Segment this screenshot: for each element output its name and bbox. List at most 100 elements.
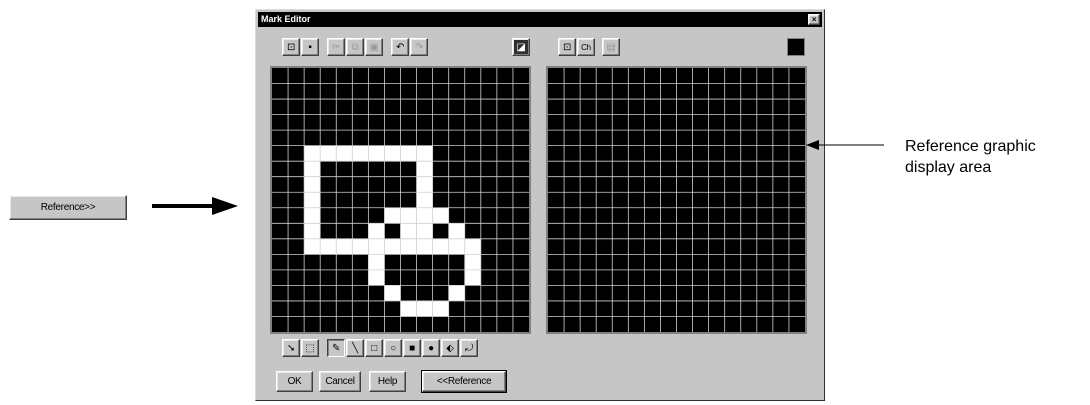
ref-open-icon: ⊡ [562,41,572,53]
redo-button[interactable]: ↷ [410,38,428,56]
copy-button[interactable]: ⧉ [346,38,364,56]
window-title: Mark Editor [261,14,311,24]
editor-pixel-on[interactable] [384,145,401,162]
editor-grid[interactable] [270,66,531,334]
editor-pixel-on[interactable] [416,176,433,193]
annotation-line-2: display area [905,159,992,176]
select-arrow-tool[interactable]: ➘ [282,339,300,357]
editor-pixel-on[interactable] [304,145,321,162]
annotation-label: Reference graphic display area [905,136,1036,178]
editor-pixel-on[interactable] [384,238,401,255]
pencil-tool[interactable]: ✎ [327,339,345,357]
editor-pixel-on[interactable] [336,145,353,162]
editor-pixel-on[interactable] [304,223,321,239]
copy-icon: ⧉ [351,41,359,53]
color-indicator[interactable] [787,38,805,56]
reference-grid-canvas [548,68,805,332]
mark-editor-window: Mark Editor × ⊡ ▪ ✂ ⧉ ▣ ↶ ↷ ◪ ⊡ Ch ▤ ➘ ⬚… [255,9,825,401]
window-titlebar: Mark Editor × [258,12,822,27]
reference-display-area [546,66,807,334]
undo-icon: ↶ [395,41,405,53]
ellipse-tool[interactable]: ○ [384,339,402,357]
paste-icon: ▣ [369,41,379,53]
editor-pixel-on[interactable] [352,238,369,255]
rotate-tool[interactable]: ⤾ [460,339,478,357]
editor-pixel-on[interactable] [368,254,385,270]
filled-rectangle-tool[interactable]: ■ [403,339,421,357]
redo-icon: ↷ [414,41,424,53]
rectangle-icon: □ [371,342,377,354]
cancel-button[interactable]: Cancel [319,371,361,392]
open-icon: ⊡ [286,41,296,53]
invert-button[interactable]: ◪ [512,38,530,56]
editor-grid-canvas[interactable] [272,68,529,332]
flip-tool[interactable]: ⬖ [441,339,459,357]
editor-pixel-on[interactable] [416,161,433,177]
editor-pixel-on[interactable] [320,238,337,255]
editor-pixel-on[interactable] [448,285,465,301]
open-button[interactable]: ⊡ [282,38,300,56]
paste-button[interactable]: ▣ [365,38,383,56]
rectangle-tool[interactable]: □ [365,339,383,357]
ref-import-button[interactable]: ▤ [602,38,620,56]
save-button[interactable]: ▪ [301,38,319,56]
editor-pixel-on[interactable] [352,145,369,162]
editor-pixel-on[interactable] [416,238,433,255]
editor-pixel-on[interactable] [416,207,433,224]
editor-pixel-on[interactable] [400,300,417,317]
editor-pixel-on[interactable] [448,223,465,239]
ref-ch-icon: Ch [581,42,591,52]
editor-pixel-on[interactable] [416,145,433,162]
cut-button[interactable]: ✂ [327,38,345,56]
editor-pixel-on[interactable] [400,145,417,162]
editor-pixel-on[interactable] [432,207,449,224]
editor-pixel-on[interactable] [336,238,353,255]
editor-pixel-on[interactable] [432,300,449,317]
select-arrow-icon: ➘ [286,342,296,354]
editor-pixel-on[interactable] [304,238,321,255]
undo-button[interactable]: ↶ [391,38,409,56]
flip-icon: ⬖ [446,342,454,354]
reference-collapse-button[interactable]: <<Reference [421,370,507,393]
ellipse-icon: ○ [390,342,396,354]
editor-pixel-on[interactable] [464,269,481,286]
editor-pixel-on[interactable] [464,238,481,255]
editor-pixel-on[interactable] [304,207,321,224]
editor-pixel-on[interactable] [368,238,385,255]
ok-button[interactable]: OK [276,371,313,392]
close-icon: × [811,14,817,24]
editor-pixel-on[interactable] [432,238,449,255]
select-rect-tool[interactable]: ⬚ [301,339,319,357]
editor-pixel-on[interactable] [304,161,321,177]
editor-pixel-on[interactable] [416,192,433,208]
reference-expand-button[interactable]: Reference>> [9,195,127,220]
editor-pixel-on[interactable] [368,223,385,239]
editor-pixel-on[interactable] [384,207,401,224]
ref-open-button[interactable]: ⊡ [558,38,576,56]
editor-pixel-on[interactable] [304,176,321,193]
editor-pixel-on[interactable] [416,300,433,317]
editor-pixel-on[interactable] [304,192,321,208]
editor-pixel-on[interactable] [400,223,417,239]
help-button[interactable]: Help [369,371,406,392]
editor-pixel-on[interactable] [368,145,385,162]
line-icon: ╲ [352,342,358,354]
editor-pixel-on[interactable] [400,238,417,255]
editor-pixel-on[interactable] [320,145,337,162]
annotation-arrow-icon [806,140,884,150]
editor-pixel-on[interactable] [384,285,401,301]
ref-import-icon: ▤ [606,41,616,53]
editor-pixel-on[interactable] [400,207,417,224]
filled-ellipse-tool[interactable]: ● [422,339,440,357]
pointer-arrow-icon [152,197,238,215]
cut-icon: ✂ [331,41,341,53]
ref-ch-button[interactable]: Ch [577,38,595,56]
editor-pixel-on[interactable] [448,238,465,255]
editor-pixel-on[interactable] [416,223,433,239]
pencil-icon: ✎ [331,342,341,354]
select-rect-icon: ⬚ [305,342,315,354]
editor-pixel-on[interactable] [368,269,385,286]
close-button[interactable]: × [808,14,820,25]
editor-pixel-on[interactable] [464,254,481,270]
line-tool[interactable]: ╲ [346,339,364,357]
